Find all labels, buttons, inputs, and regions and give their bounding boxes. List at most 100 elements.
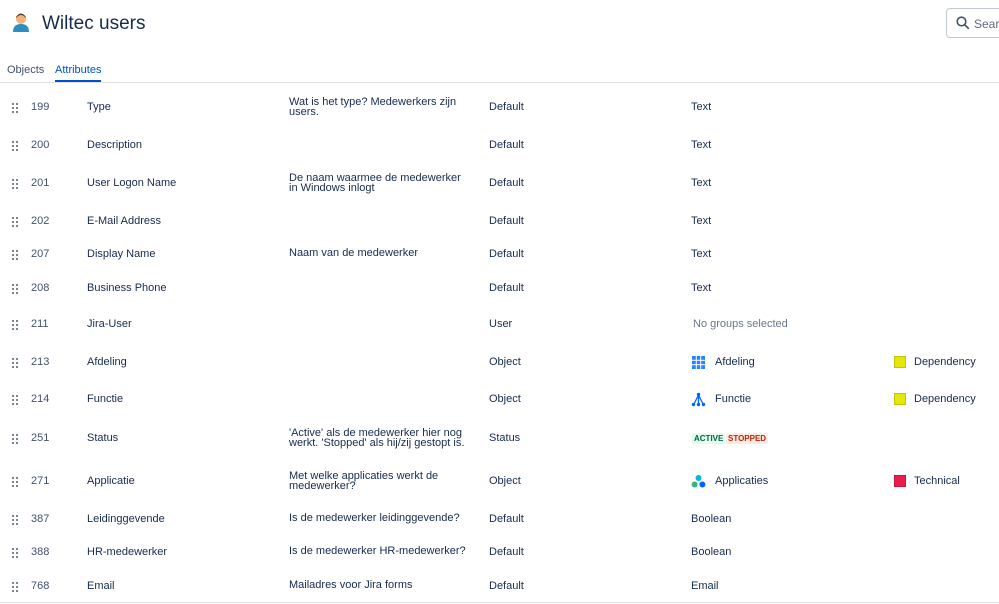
reference-type-label: Technical bbox=[914, 475, 960, 487]
type-config: Text bbox=[691, 282, 712, 294]
attribute-type: Default bbox=[489, 215, 524, 227]
attribute-type: Default bbox=[489, 177, 524, 189]
page-title: Wiltec users bbox=[42, 13, 146, 34]
attribute-id: 200 bbox=[31, 139, 50, 151]
type-config: Text bbox=[691, 215, 712, 227]
attribute-name[interactable]: Email bbox=[87, 580, 115, 592]
attribute-id: 214 bbox=[31, 393, 50, 405]
attribute-name[interactable]: E-Mail Address bbox=[87, 215, 161, 227]
attribute-name[interactable]: Business Phone bbox=[87, 282, 167, 294]
drag-handle-icon[interactable] bbox=[11, 249, 19, 261]
object-type-link[interactable]: Applicaties bbox=[715, 475, 768, 487]
search-placeholder: Searc bbox=[974, 17, 999, 31]
type-config: Email bbox=[691, 580, 719, 592]
attribute-id: 201 bbox=[31, 177, 50, 189]
attribute-id: 387 bbox=[31, 513, 50, 525]
drag-handle-icon[interactable] bbox=[11, 140, 19, 152]
type-config: Text bbox=[691, 177, 712, 189]
reference-type-label: Dependency bbox=[914, 356, 976, 368]
attribute-id: 768 bbox=[31, 580, 50, 592]
reference-color-swatch bbox=[894, 356, 906, 368]
attribute-description: Wat is het type? Medewerkers zijn users. bbox=[289, 97, 469, 118]
drag-handle-icon[interactable] bbox=[11, 476, 19, 488]
attribute-name[interactable]: Applicatie bbox=[87, 475, 135, 487]
attribute-name[interactable]: HR-medewerker bbox=[87, 546, 167, 558]
user-avatar-icon bbox=[13, 13, 29, 32]
attribute-name[interactable]: Type bbox=[87, 101, 111, 113]
drag-handle-icon[interactable] bbox=[11, 514, 19, 526]
attribute-description: Naam van de medewerker bbox=[289, 247, 469, 259]
drag-handle-icon[interactable] bbox=[11, 102, 19, 114]
description-line: medewerker? bbox=[289, 480, 356, 492]
attribute-name[interactable]: Jira-User bbox=[87, 318, 132, 330]
type-config: Text bbox=[691, 139, 712, 151]
attribute-id: 388 bbox=[31, 546, 50, 558]
attribute-id: 207 bbox=[31, 248, 50, 260]
description-line: werkt. 'Stopped' als hij/zij gestopt is. bbox=[289, 437, 465, 449]
attribute-type: Status bbox=[489, 432, 521, 444]
attribute-name[interactable]: Display Name bbox=[87, 248, 155, 260]
attribute-id: 213 bbox=[31, 356, 50, 368]
drag-handle-icon[interactable] bbox=[11, 283, 19, 295]
type-config: Boolean bbox=[691, 546, 732, 558]
type-config: No groups selected bbox=[693, 318, 788, 330]
drag-handle-icon[interactable] bbox=[11, 178, 19, 190]
attribute-description: Is de medewerker HR-medewerker? bbox=[289, 545, 469, 557]
attribute-type: Object bbox=[489, 475, 521, 487]
object-type-link[interactable]: Functie bbox=[715, 393, 751, 405]
drag-handle-icon[interactable] bbox=[11, 581, 19, 593]
attribute-type: Default bbox=[489, 139, 524, 151]
description-line: Mailadres voor Jira forms bbox=[289, 579, 413, 591]
attribute-id: 251 bbox=[31, 432, 50, 444]
attribute-type: Default bbox=[489, 546, 524, 558]
attribute-description: 'Active' als de medewerker hier nog werkt… bbox=[289, 428, 469, 449]
attribute-name[interactable]: User Logon Name bbox=[87, 177, 176, 189]
type-config: Text bbox=[691, 101, 712, 113]
drag-handle-icon[interactable] bbox=[11, 357, 19, 369]
table-divider bbox=[0, 602, 999, 603]
description-line: Is de medewerker leidinggevende? bbox=[289, 512, 460, 524]
attribute-description: Is de medewerker leidinggevende? bbox=[289, 512, 469, 524]
attribute-description: Mailadres voor Jira forms bbox=[289, 579, 469, 591]
attribute-name[interactable]: Leidinggevende bbox=[87, 513, 165, 525]
drag-handle-icon[interactable] bbox=[11, 319, 19, 331]
reference-type-label: Dependency bbox=[914, 393, 976, 405]
attribute-type: Default bbox=[489, 248, 524, 260]
drag-handle-icon[interactable] bbox=[11, 547, 19, 559]
apps-icon bbox=[691, 474, 706, 489]
reference-color-swatch bbox=[894, 475, 906, 487]
description-line: Naam van de medewerker bbox=[289, 247, 419, 259]
drag-handle-icon[interactable] bbox=[11, 433, 19, 445]
search-input[interactable]: Searc bbox=[946, 8, 999, 38]
attribute-description: Met welke applicaties werkt de medewerker… bbox=[289, 471, 469, 492]
attribute-name[interactable]: Functie bbox=[87, 393, 123, 405]
attribute-type: Default bbox=[489, 513, 524, 525]
page-header: Wiltec users Searc bbox=[0, 0, 999, 50]
drag-handle-icon[interactable] bbox=[11, 216, 19, 228]
type-config: Text bbox=[691, 248, 712, 260]
attribute-type: Default bbox=[489, 580, 524, 592]
attribute-description: De naam waarmee de medewerker in Windows … bbox=[289, 173, 469, 194]
description-line: users. bbox=[289, 106, 319, 118]
attribute-type: Object bbox=[489, 393, 521, 405]
attribute-id: 211 bbox=[31, 318, 49, 330]
tab-objects[interactable]: Objects bbox=[7, 64, 44, 76]
attribute-name[interactable]: Afdeling bbox=[87, 356, 127, 368]
attribute-type: User bbox=[489, 318, 513, 330]
attribute-type: Default bbox=[489, 282, 524, 294]
attribute-name[interactable]: Description bbox=[87, 139, 142, 151]
attribute-name[interactable]: Status bbox=[87, 432, 118, 444]
attribute-id: 271 bbox=[31, 475, 50, 487]
type-config: Boolean bbox=[691, 513, 732, 525]
status-lozenge-active: ACTIVE bbox=[692, 433, 726, 444]
attribute-id: 202 bbox=[31, 215, 50, 227]
description-line: Is de medewerker HR-medewerker? bbox=[289, 545, 466, 557]
grid-icon bbox=[691, 355, 706, 370]
tab-attributes[interactable]: Attributes bbox=[55, 64, 102, 82]
drag-handle-icon[interactable] bbox=[11, 394, 19, 406]
attribute-id: 199 bbox=[31, 101, 50, 113]
object-type-link[interactable]: Afdeling bbox=[715, 356, 755, 368]
search-icon bbox=[956, 16, 970, 30]
tab-bar: Objects Attributes bbox=[0, 60, 999, 83]
status-lozenge-stopped: STOPPED bbox=[726, 433, 769, 444]
